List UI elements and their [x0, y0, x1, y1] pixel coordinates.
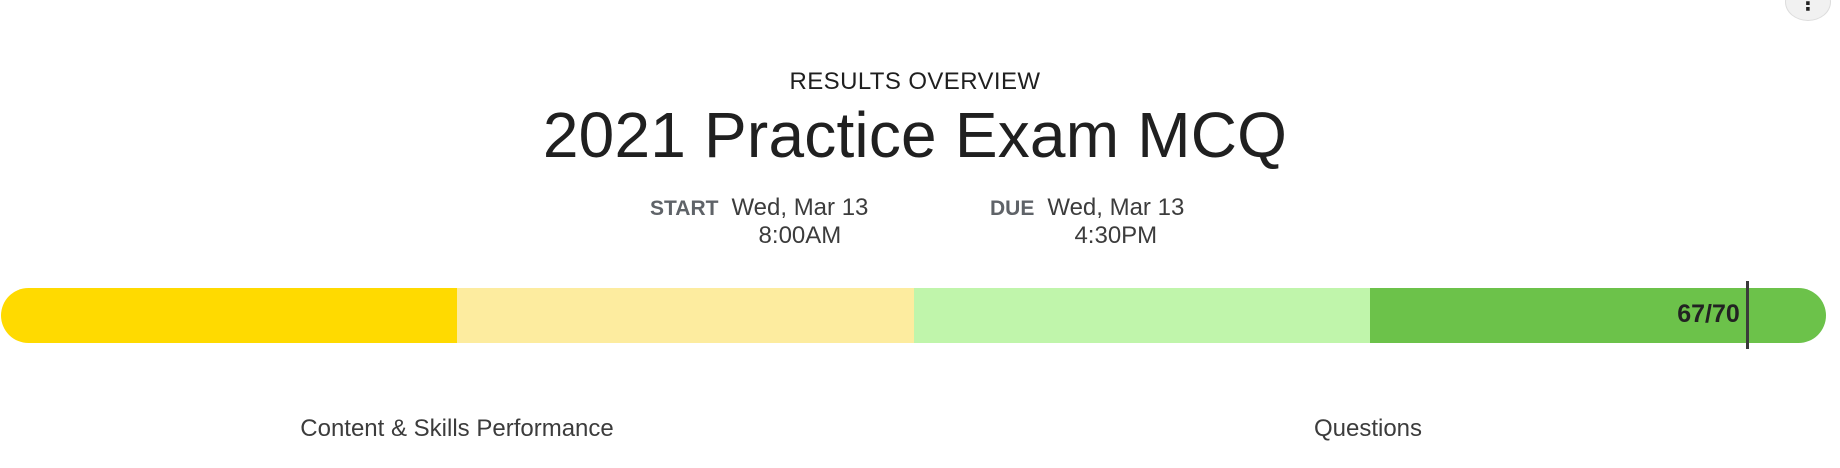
start-time: 8:00AM	[758, 222, 842, 249]
exam-dates: START Wed, Mar 13 8:00AM DUE Wed, Mar 13…	[0, 194, 1830, 254]
more-options-button[interactable]: ⋮	[1785, 0, 1831, 21]
content-skills-heading: Content & Skills Performance	[300, 415, 614, 442]
score-bar	[1, 288, 1826, 343]
results-overview-label: RESULTS OVERVIEW	[789, 68, 1041, 95]
score-band-1	[1, 288, 458, 343]
start-label: START	[650, 197, 719, 220]
start-date-block: START Wed, Mar 13 8:00AM	[650, 194, 868, 250]
score-marker	[1746, 281, 1750, 349]
score-value: 67/70	[1677, 300, 1740, 328]
due-date-block: DUE Wed, Mar 13 4:30PM	[990, 194, 1184, 250]
questions-heading: Questions	[1313, 415, 1423, 442]
score-band-3	[913, 288, 1370, 343]
score-band-4	[1369, 288, 1826, 343]
more-vertical-icon: ⋮	[1798, 0, 1818, 15]
due-date: Wed, Mar 13	[1047, 194, 1185, 221]
due-time: 4:30PM	[1074, 222, 1158, 249]
start-value: Wed, Mar 13 8:00AM	[731, 194, 868, 250]
page-title: 2021 Practice Exam MCQ	[542, 99, 1288, 171]
start-date: Wed, Mar 13	[731, 194, 869, 221]
due-label: DUE	[990, 197, 1035, 220]
due-value: Wed, Mar 13 4:30PM	[1047, 194, 1184, 250]
score-band-2	[457, 288, 914, 343]
